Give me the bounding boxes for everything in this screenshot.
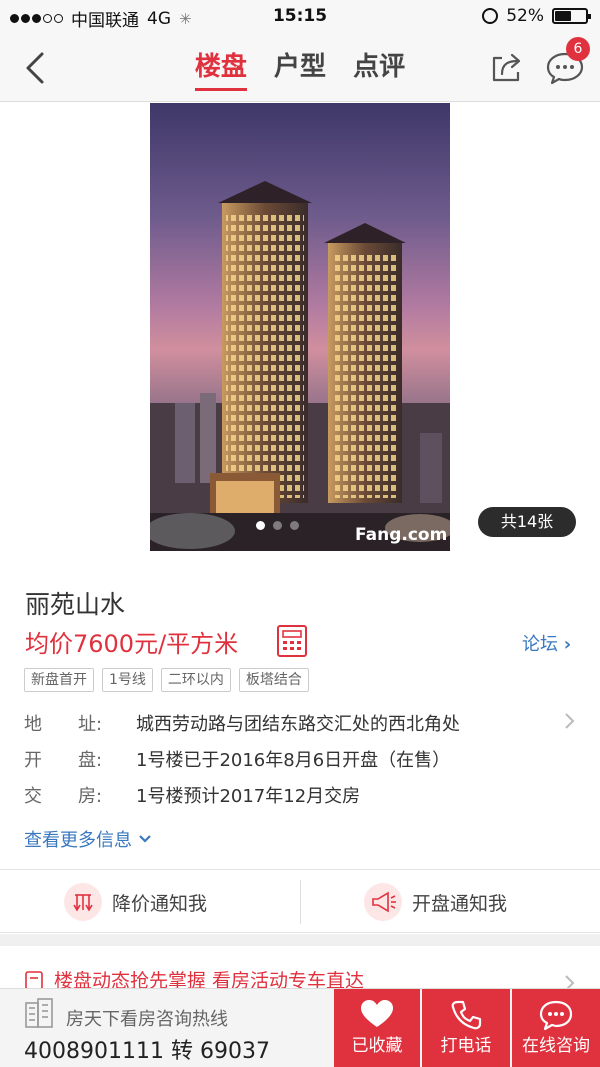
call-label: 打电话: [440, 1036, 492, 1056]
call-button[interactable]: 打电话: [422, 989, 510, 1067]
delivery-row: 交 房: 1号楼预计2017年12月交房: [24, 782, 360, 808]
status-bar: 中国联通 4G ✳ 15:15 52%: [0, 0, 600, 34]
megaphone-icon: [364, 883, 402, 921]
consult-label: 在线咨询: [522, 1036, 590, 1056]
more-info-label: 查看更多信息: [24, 830, 132, 851]
forum-label: 论坛: [522, 634, 558, 655]
address-row[interactable]: 地 址: 城西劳动路与团结东路交汇处的西北角处: [24, 710, 460, 736]
project-name: 丽苑山水: [25, 590, 126, 619]
info-key: 地 址:: [24, 714, 103, 735]
heart-icon: [361, 1000, 393, 1027]
share-icon[interactable]: [488, 50, 524, 86]
building-icon: [25, 998, 53, 1028]
tab-floorplan[interactable]: 户型: [274, 46, 326, 91]
info-value: 城西劳动路与团结东路交汇处的西北角处: [136, 714, 460, 735]
chevron-right-icon: ›: [563, 634, 572, 655]
tab-review[interactable]: 点评: [353, 46, 405, 91]
battery-percent: 52%: [506, 6, 544, 26]
price-drop-icon: [64, 883, 102, 921]
building-illustration: Fang.com: [150, 181, 450, 551]
opening-row: 开 盘: 1号楼已于2016年8月6日开盘（在售）: [24, 746, 450, 772]
section-gap: [0, 934, 600, 946]
hotline-label: 房天下看房咨询热线: [66, 1009, 228, 1030]
opening-notify-button[interactable]: 开盘通知我: [364, 870, 507, 934]
notify-bar: 降价通知我 开盘通知我: [0, 869, 600, 933]
consult-button[interactable]: 在线咨询: [512, 989, 600, 1067]
calculator-icon[interactable]: [276, 624, 308, 658]
info-key: 交 房:: [24, 786, 103, 807]
price-drop-notify-button[interactable]: 降价通知我: [64, 870, 207, 934]
message-badge: 6: [566, 37, 590, 61]
photo-count-badge[interactable]: 共14张: [478, 507, 576, 537]
tag: 1号线: [102, 668, 153, 692]
tab-building[interactable]: 楼盘: [194, 46, 247, 91]
info-value: 1号楼预计2017年12月交房: [136, 786, 361, 807]
price-label: 均价7600元/平方米: [25, 630, 239, 658]
battery-icon: [552, 8, 591, 24]
page: 中国联通 4G ✳ 15:15 52% 楼盘 户型 点评 6 Fang.com …: [0, 0, 600, 1067]
fang-watermark: Fang.com: [355, 525, 447, 545]
favorite-button[interactable]: 已收藏: [334, 989, 420, 1067]
chevron-down-icon: [139, 835, 151, 843]
tag: 新盘首开: [24, 668, 94, 692]
rotation-lock-icon: [482, 8, 499, 24]
status-right: 52%: [482, 6, 591, 26]
info-value: 1号楼已于2016年8月6日开盘（在售）: [136, 750, 451, 771]
price-drop-label: 降价通知我: [112, 892, 208, 915]
hotline-number[interactable]: 4008901111 转 69037: [24, 1033, 270, 1065]
bottom-bar: 房天下看房咨询热线 4008901111 转 69037 已收藏 打电话 在线咨…: [0, 988, 600, 1067]
tag-list: 新盘首开 1号线 二环以内 板塔结合: [24, 668, 309, 692]
nav-bar: 楼盘 户型 点评: [0, 34, 600, 102]
divider: [300, 880, 301, 924]
tag: 板塔结合: [238, 668, 309, 692]
info-key: 开 盘:: [24, 750, 103, 771]
opening-label: 开盘通知我: [412, 892, 508, 915]
favorite-label: 已收藏: [351, 1036, 403, 1056]
gallery-dots: [256, 521, 299, 530]
forum-link[interactable]: 论坛 ›: [522, 630, 571, 656]
more-info-link[interactable]: 查看更多信息: [24, 826, 152, 852]
chevron-right-icon: [565, 713, 575, 729]
building-photo[interactable]: Fang.com: [150, 103, 450, 551]
phone-icon: [451, 1000, 482, 1030]
tag: 二环以内: [160, 668, 231, 692]
chat-bubble-icon: [539, 1000, 573, 1031]
